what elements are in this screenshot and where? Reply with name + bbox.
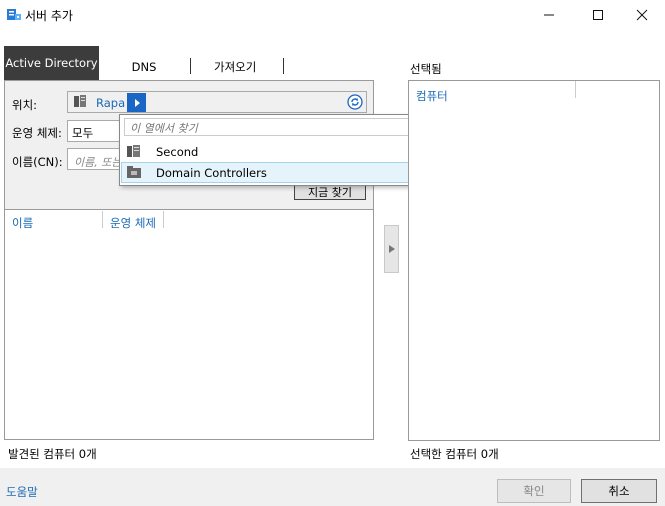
help-link[interactable]: 도움말 [6, 484, 38, 500]
server-manager-icon [7, 9, 21, 20]
dropdown-item-domain-controllers[interactable]: Domain Controllers [156, 166, 267, 180]
dropdown-search-placeholder: 이 열에서 찾기 [130, 122, 198, 135]
tab-divider [190, 58, 191, 74]
results-list[interactable] [4, 210, 374, 440]
close-button[interactable] [619, 0, 665, 30]
close-icon [636, 9, 648, 21]
found-count: 발견된 컴퓨터 0개 [8, 447, 97, 461]
arrow-right-icon [388, 245, 395, 253]
tab-divider [283, 58, 284, 74]
add-selected-button[interactable] [384, 225, 399, 273]
tab-import[interactable]: 가져오기 [214, 59, 256, 75]
minimize-button[interactable] [526, 0, 572, 30]
name-label: 이름(CN): [12, 155, 63, 169]
location-value: Rapa [96, 96, 126, 110]
location-label: 위치: [12, 98, 38, 112]
selected-title: 선택됨 [410, 62, 442, 76]
minimize-icon [544, 14, 554, 16]
column-header-name[interactable]: 이름 [12, 215, 33, 231]
maximize-button[interactable] [575, 0, 621, 30]
location-expand-button[interactable] [127, 93, 146, 112]
tab-active-directory[interactable]: Active Directory [4, 46, 99, 80]
dropdown-item-second[interactable]: Second [156, 145, 198, 159]
name-input-placeholder: 이름, 또는 [74, 156, 120, 169]
domain-icon [127, 145, 140, 157]
column-divider [575, 81, 576, 98]
maximize-icon [593, 10, 603, 20]
cancel-button[interactable]: 취소 [581, 479, 657, 503]
chevron-right-icon [134, 98, 140, 107]
tab-dns[interactable]: DNS [120, 60, 168, 74]
column-divider [102, 211, 103, 228]
column-divider [163, 211, 164, 228]
column-header-os[interactable]: 운영 체제 [110, 215, 156, 231]
ou-folder-icon [127, 166, 141, 178]
selected-list[interactable] [408, 80, 660, 441]
selected-count: 선택한 컴퓨터 0개 [410, 447, 499, 461]
os-value: 모두 [72, 126, 94, 140]
window-title: 서버 추가 [25, 9, 73, 23]
refresh-icon[interactable] [347, 94, 363, 110]
os-label: 운영 체제: [12, 126, 62, 140]
ok-button[interactable]: 확인 [497, 479, 571, 503]
column-header-computer[interactable]: 컴퓨터 [416, 88, 448, 104]
domain-icon [74, 95, 86, 107]
